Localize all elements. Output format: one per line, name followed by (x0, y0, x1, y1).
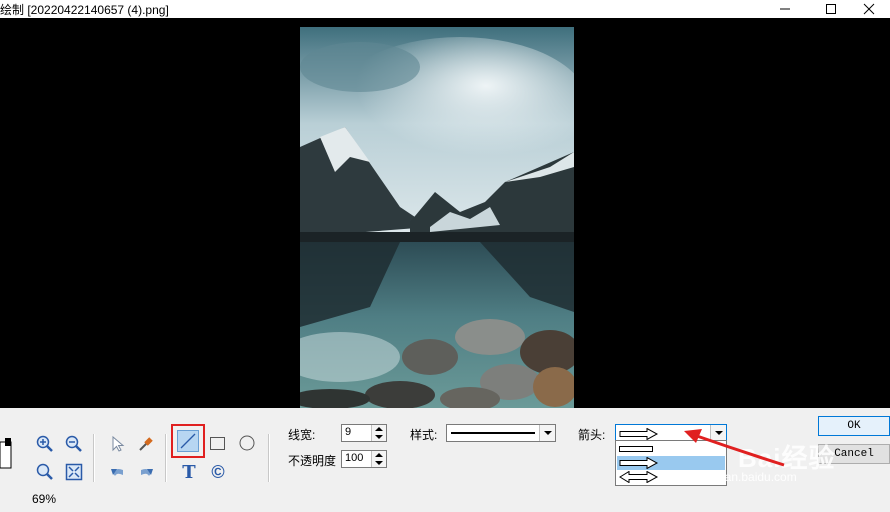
line-width-stepper[interactable]: 9 (341, 424, 387, 442)
minimize-icon[interactable] (762, 0, 808, 18)
zoom-level: 69% (32, 492, 57, 506)
ok-button[interactable]: OK (818, 416, 890, 436)
right-arrow-icon (619, 428, 659, 440)
separator (93, 434, 95, 482)
arrow-pointer-icon[interactable] (107, 433, 129, 455)
ellipse-tool-icon[interactable] (236, 432, 258, 454)
fit-to-window-icon[interactable] (63, 461, 85, 483)
annotation-arrow-icon (684, 429, 785, 467)
copyright-tool-icon[interactable]: © (207, 461, 229, 483)
color-swatch-icon[interactable] (0, 436, 12, 470)
solid-line-icon (451, 432, 535, 434)
separator (268, 434, 270, 482)
mountain-lake-photo (300, 27, 574, 408)
line-style-select[interactable] (446, 424, 556, 442)
undo-icon[interactable] (107, 461, 129, 483)
spin-arrows[interactable] (371, 451, 386, 467)
title-bar: 绘制 [20220422140657 (4).png] (0, 0, 890, 18)
chevron-down-icon[interactable] (539, 425, 555, 441)
line-width-value: 9 (345, 426, 352, 438)
redo-icon[interactable] (135, 461, 157, 483)
arrow-label: 箭头: (578, 428, 606, 442)
close-icon[interactable] (846, 0, 890, 18)
opacity-label: 不透明度 (288, 454, 337, 468)
zoom-out-icon[interactable] (63, 433, 85, 455)
eyedropper-icon[interactable] (135, 433, 157, 455)
style-label: 样式: (410, 428, 438, 442)
line-tool-icon[interactable] (177, 430, 199, 452)
window-title: 绘制 [20220422140657 (4).png] (0, 3, 169, 17)
spin-arrows[interactable] (371, 425, 386, 441)
magnifier-icon[interactable] (34, 461, 56, 483)
text-tool-icon[interactable]: T (178, 461, 200, 483)
opacity-stepper[interactable]: 100 (341, 450, 387, 468)
opacity-value: 100 (345, 452, 364, 464)
line-width-label: 线宽: (288, 428, 316, 442)
separator (165, 434, 167, 482)
zoom-in-icon[interactable] (34, 433, 56, 455)
drawing-canvas[interactable] (0, 18, 890, 408)
rectangle-tool-icon[interactable] (206, 432, 228, 454)
